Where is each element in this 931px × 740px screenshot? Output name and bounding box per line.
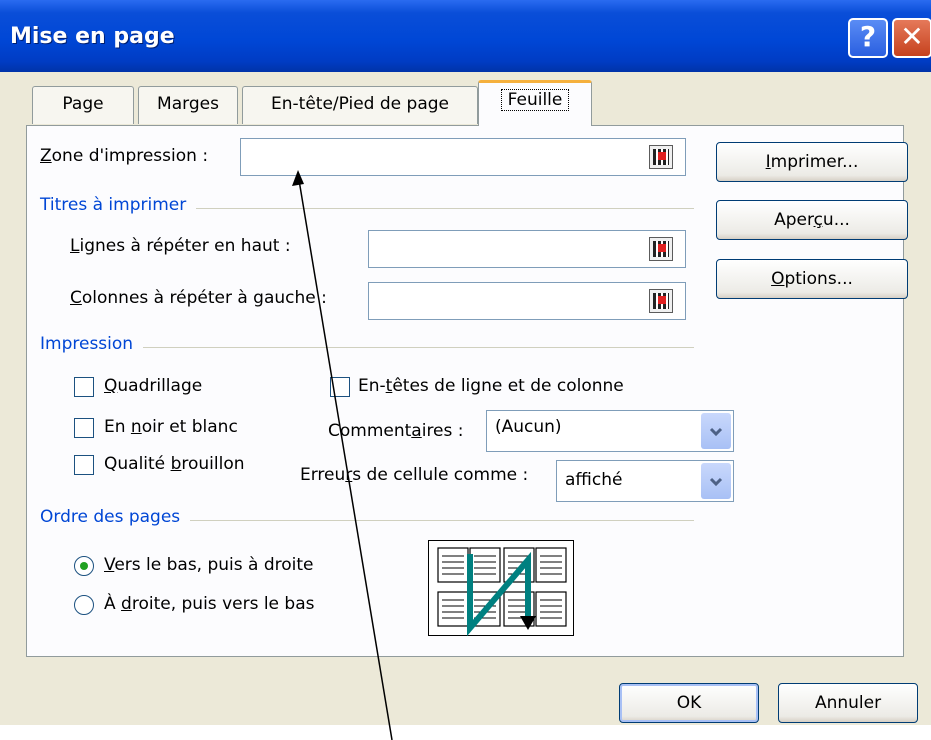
annotation-arrow-icon [292,170,393,740]
tab-sheet[interactable]: Feuille [478,80,592,126]
tab-sheet-label: Feuille [500,89,570,111]
